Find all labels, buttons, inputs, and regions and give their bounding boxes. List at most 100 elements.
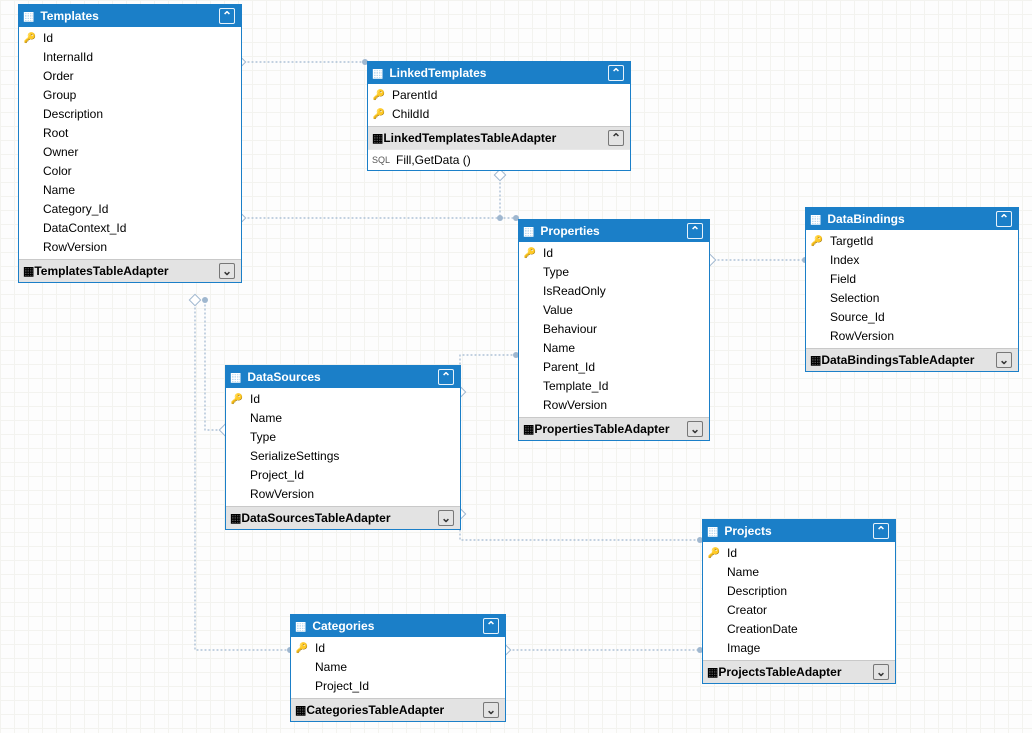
column-row[interactable]: Project_Id [226,466,460,485]
column-row[interactable]: 🔑TargetId [806,232,1018,251]
entity-adapter[interactable]: ▦LinkedTemplatesTableAdapter ⌃ [368,126,630,149]
column-row[interactable]: IsReadOnly [519,282,709,301]
collapse-icon[interactable]: ⌃ [608,65,624,81]
column-row[interactable]: 🔑Id [703,544,895,563]
column-name: RowVersion [43,240,107,255]
collapse-icon[interactable]: ⌃ [608,130,624,146]
expand-icon[interactable]: ⌄ [219,263,235,279]
column-row[interactable]: Name [519,339,709,358]
entity-linkedtemplates[interactable]: ▦LinkedTemplates ⌃ 🔑ParentId🔑ChildId ▦Li… [367,61,631,171]
column-row[interactable]: Source_Id [806,308,1018,327]
entity-adapter[interactable]: ▦DataSourcesTableAdapter ⌄ [226,506,460,529]
column-row[interactable]: Behaviour [519,320,709,339]
column-row[interactable]: 🔑ChildId [368,105,630,124]
collapse-icon[interactable]: ⌃ [483,618,499,634]
entity-header[interactable]: ▦Categories ⌃ [291,615,505,637]
column-row[interactable]: Type [519,263,709,282]
column-row[interactable]: Description [703,582,895,601]
entity-header[interactable]: ▦Properties ⌃ [519,220,709,242]
column-row[interactable]: Order [19,67,241,86]
collapse-icon[interactable]: ⌃ [873,523,889,539]
expand-icon[interactable]: ⌄ [438,510,454,526]
entity-properties[interactable]: ▦Properties ⌃ 🔑Id Type IsReadOnlyValueBeha… [518,219,710,441]
column-row[interactable]: Owner [19,143,241,162]
entity-projects[interactable]: ▦Projects ⌃ 🔑IdNameDescriptionCreatorCre… [702,519,896,684]
column-row[interactable]: 🔑ParentId [368,86,630,105]
column-name: Selection [830,291,879,306]
expand-icon[interactable]: ⌄ [483,702,499,718]
collapse-icon[interactable]: ⌃ [438,369,454,385]
key-icon: 🔑 [372,107,386,122]
column-row[interactable]: Selection [806,289,1018,308]
adapter-icon: ▦ [810,353,821,367]
expand-icon[interactable]: ⌄ [873,664,889,680]
expand-icon[interactable]: ⌄ [687,421,703,437]
column-name: Index [830,253,859,268]
entity-adapter[interactable]: ▦PropertiesTableAdapter ⌄ [519,417,709,440]
column-row[interactable]: 🔑Id [226,390,460,409]
column-row[interactable]: Name [291,658,505,677]
column-row[interactable]: RowVersion [519,396,709,415]
column-row[interactable]: CreationDate [703,620,895,639]
adapter-icon: ▦ [523,422,534,436]
column-row[interactable]: 🔑Id [291,639,505,658]
column-row[interactable]: 🔑Id [519,244,709,263]
column-row[interactable]: Template_Id [519,377,709,396]
entity-adapter[interactable]: ▦ProjectsTableAdapter ⌄ [703,660,895,683]
column-row[interactable]: SerializeSettings [226,447,460,466]
column-row[interactable]: Project_Id [291,677,505,696]
column-row[interactable]: Name [226,409,460,428]
column-row[interactable]: Root [19,124,241,143]
column-row[interactable]: Creator [703,601,895,620]
column-row[interactable]: InternalId [19,48,241,67]
column-name: Type [543,265,569,280]
column-row[interactable]: Parent_Id [519,358,709,377]
column-name: Image [727,641,760,656]
diagram-canvas[interactable]: ▦Templates ⌃ 🔑IdInternalIdOrderGroupDesc… [0,0,1032,733]
entity-header[interactable]: ▦Templates ⌃ [19,5,241,27]
entity-header[interactable]: ▦Projects ⌃ [703,520,895,542]
entity-adapter[interactable]: ▦CategoriesTableAdapter ⌄ [291,698,505,721]
entity-categories[interactable]: ▦Categories ⌃ 🔑IdNameProject_Id ▦Categor… [290,614,506,722]
adapter-icon: ▦ [707,665,718,679]
adapter-method-row[interactable]: SQL Fill,GetData () [368,149,630,170]
table-icon: ▦ [230,370,241,384]
column-row[interactable]: Name [19,181,241,200]
column-row[interactable]: 🔑Id [19,29,241,48]
column-row[interactable]: Index [806,251,1018,270]
column-row[interactable]: Category_Id [19,200,241,219]
column-row[interactable]: RowVersion [226,485,460,504]
entity-title: LinkedTemplates [389,66,486,80]
column-name: DataContext_Id [43,221,126,236]
entity-datasources[interactable]: ▦DataSources ⌃ 🔑IdNameTypeSerializeSetti… [225,365,461,530]
column-row[interactable]: Name [703,563,895,582]
column-row[interactable]: Value [519,301,709,320]
entity-databindings[interactable]: ▦DataBindings ⌃ 🔑TargetId Index Field Selec… [805,207,1019,372]
key-icon: 🔑 [810,234,824,249]
collapse-icon[interactable]: ⌃ [219,8,235,24]
column-row[interactable]: Type [226,428,460,447]
column-row[interactable]: Color [19,162,241,181]
column-row[interactable]: Image [703,639,895,658]
column-row[interactable]: RowVersion [19,238,241,257]
collapse-icon[interactable]: ⌃ [996,211,1012,227]
entity-header[interactable]: ▦LinkedTemplates ⌃ [368,62,630,84]
column-row[interactable]: Field [806,270,1018,289]
table-icon: ▦ [523,224,534,238]
expand-icon[interactable]: ⌄ [996,352,1012,368]
entity-header[interactable]: ▦DataSources ⌃ [226,366,460,388]
entity-templates[interactable]: ▦Templates ⌃ 🔑IdInternalId Order GroupDesc… [18,4,242,283]
column-row[interactable]: DataContext_Id [19,219,241,238]
column-name: Parent_Id [543,360,595,375]
adapter-label: ProjectsTableAdapter [718,665,841,679]
column-row[interactable]: RowVersion [806,327,1018,346]
column-row[interactable]: Description [19,105,241,124]
column-row[interactable]: Group [19,86,241,105]
entity-adapter[interactable]: ▦DataBindingsTableAdapter ⌄ [806,348,1018,371]
entity-header[interactable]: ▦DataBindings ⌃ [806,208,1018,230]
column-name: Order [43,69,74,84]
entity-adapter[interactable]: ▦TemplatesTableAdapter ⌄ [19,259,241,282]
collapse-icon[interactable]: ⌃ [687,223,703,239]
adapter-label: TemplatesTableAdapter [34,264,168,278]
adapter-label: DataBindingsTableAdapter [821,353,974,367]
